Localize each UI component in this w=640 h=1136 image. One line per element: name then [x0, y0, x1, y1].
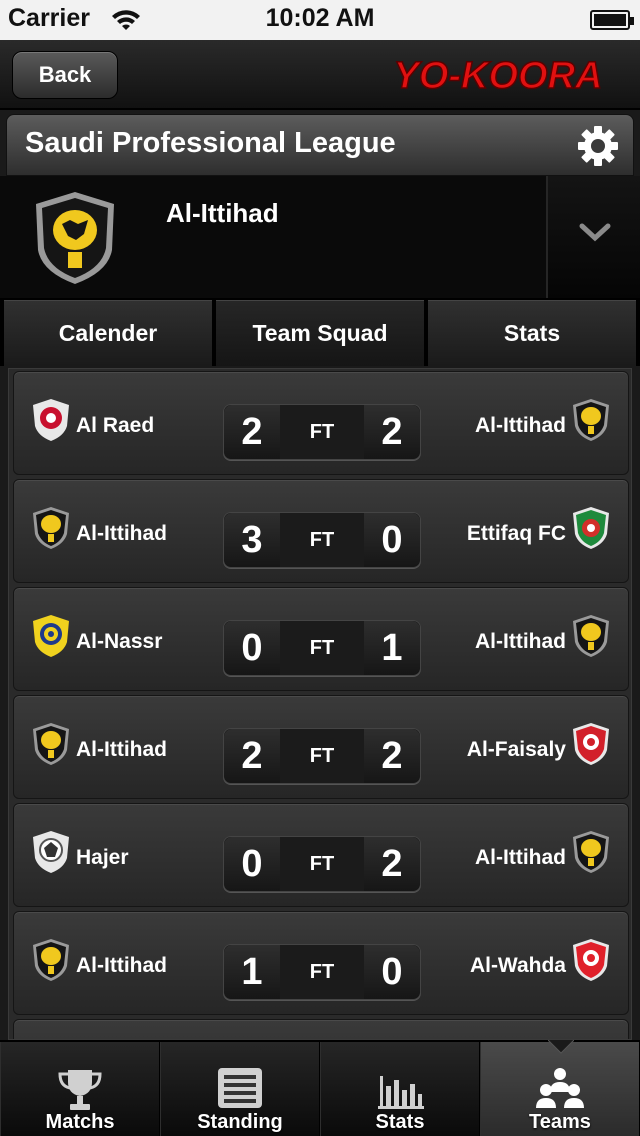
match-status: FT [280, 513, 364, 567]
score-box: 0 FT 1 [223, 620, 421, 676]
away-team-name: Al-Ittihad [475, 414, 566, 437]
gear-icon[interactable] [577, 125, 619, 167]
home-score: 0 [224, 621, 280, 675]
tabbar-item-matchs[interactable]: Matchs [0, 1042, 160, 1136]
list-icon [218, 1068, 262, 1108]
home-team-name: Al-Ittihad [76, 954, 167, 977]
away-team-name: Al-Wahda [469, 954, 566, 977]
clock-label: 10:02 AM [265, 4, 375, 32]
match-row[interactable]: Al-Ittihad 1 FT 0 Al-Wahda [13, 911, 629, 1015]
match-row[interactable]: Al Raed 2 FT 2 Al-Ittihad [13, 371, 629, 475]
score-box: 2 FT 2 [223, 404, 421, 460]
match-row[interactable]: Al-Ittihad 2 FT 2 Al-Faisaly [13, 695, 629, 799]
home-team-name: Al-Ittihad [76, 738, 167, 761]
away-team-name: Al-Ittihad [475, 630, 566, 653]
score-box: 0 FT 2 [223, 836, 421, 892]
tabbar-label: Matchs [45, 1111, 115, 1133]
tabbar-item-stats[interactable]: Stats [320, 1042, 480, 1136]
away-score: 2 [364, 837, 420, 891]
tabbar-item-teams[interactable]: Teams [480, 1040, 640, 1136]
score-box: 2 FT 2 [223, 728, 421, 784]
al-wahda-crest-icon [573, 939, 609, 981]
team-name: Al-Ittihad [166, 198, 279, 228]
tabbar-label: Teams [529, 1111, 591, 1133]
team-selector[interactable]: Al-Ittihad [0, 176, 640, 298]
away-score: 2 [364, 405, 420, 459]
match-row[interactable]: Al-Nassr 0 FT 1 Al-Ittihad [13, 587, 629, 691]
ittihad-crest-icon [573, 831, 609, 873]
home-score: 3 [224, 513, 280, 567]
match-row[interactable]: Al-Ittihad 3 FT 0 Ettifaq FC [13, 479, 629, 583]
bottom-tab-bar: Matchs Standing Stats Teams [0, 1040, 640, 1136]
ittihad-crest-icon [36, 192, 114, 284]
trophy-icon [58, 1070, 102, 1110]
al-nassr-crest-icon [33, 615, 69, 657]
ettifaq-crest-icon [573, 507, 609, 549]
section-tabs: Calender Team Squad Stats [0, 298, 640, 366]
league-header: Saudi Professional League [6, 114, 634, 176]
svg-text:YO-KOORA: YO-KOORA [394, 55, 603, 96]
home-team-name: Al-Ittihad [76, 522, 167, 545]
home-score: 2 [224, 729, 280, 783]
tab-calender[interactable]: Calender [4, 300, 212, 366]
ittihad-crest-icon [33, 939, 69, 981]
chevron-down-icon [579, 223, 611, 242]
team-dropdown-button[interactable] [546, 176, 640, 298]
home-score: 2 [224, 405, 280, 459]
match-status: FT [280, 405, 364, 459]
tabbar-label: Stats [375, 1111, 425, 1133]
navigation-bar: Back YO-KOORA [0, 40, 640, 110]
league-title: Saudi Professional League [25, 127, 396, 159]
away-team-name: Al-Ittihad [475, 846, 566, 869]
active-indicator-icon [548, 1040, 574, 1054]
away-score: 0 [364, 513, 420, 567]
al-faisaly-crest-icon [573, 723, 609, 765]
match-row[interactable]: Hajer 0 FT 2 Al-Ittihad [13, 803, 629, 907]
home-score: 0 [224, 837, 280, 891]
hajer-crest-icon [33, 831, 69, 873]
ittihad-crest-icon [573, 615, 609, 657]
match-status: FT [280, 837, 364, 891]
match-row[interactable] [13, 1019, 629, 1039]
match-status: FT [280, 621, 364, 675]
teams-icon [536, 1068, 584, 1108]
tabbar-label: Standing [197, 1111, 283, 1133]
score-box: 3 FT 0 [223, 512, 421, 568]
home-team-name: Hajer [76, 846, 129, 869]
away-score: 1 [364, 621, 420, 675]
match-status: FT [280, 729, 364, 783]
away-score: 2 [364, 729, 420, 783]
yo-koora-logo: YO-KOORA [393, 54, 604, 96]
ittihad-crest-icon [33, 723, 69, 765]
home-score: 1 [224, 945, 280, 999]
tab-stats[interactable]: Stats [428, 300, 636, 366]
ittihad-crest-icon [33, 507, 69, 549]
home-team-name: Al Raed [76, 414, 155, 437]
tabbar-item-standing[interactable]: Standing [160, 1042, 320, 1136]
home-team-name: Al-Nassr [76, 630, 163, 653]
match-list[interactable]: Al Raed 2 FT 2 Al-Ittihad Al-Ittihad 3 F… [8, 368, 632, 1040]
match-status: FT [280, 945, 364, 999]
away-team-name: Al-Faisaly [466, 738, 566, 761]
away-team-name: Ettifaq FC [466, 522, 566, 545]
bar-chart-icon [378, 1076, 424, 1109]
back-button[interactable]: Back [12, 51, 118, 99]
battery-icon [590, 10, 634, 30]
tab-team-squad[interactable]: Team Squad [216, 300, 424, 366]
score-box: 1 FT 0 [223, 944, 421, 1000]
status-bar: Carrier 10:02 AM [0, 0, 640, 40]
al-raed-crest-icon [33, 399, 69, 441]
ittihad-crest-icon [573, 399, 609, 441]
away-score: 0 [364, 945, 420, 999]
